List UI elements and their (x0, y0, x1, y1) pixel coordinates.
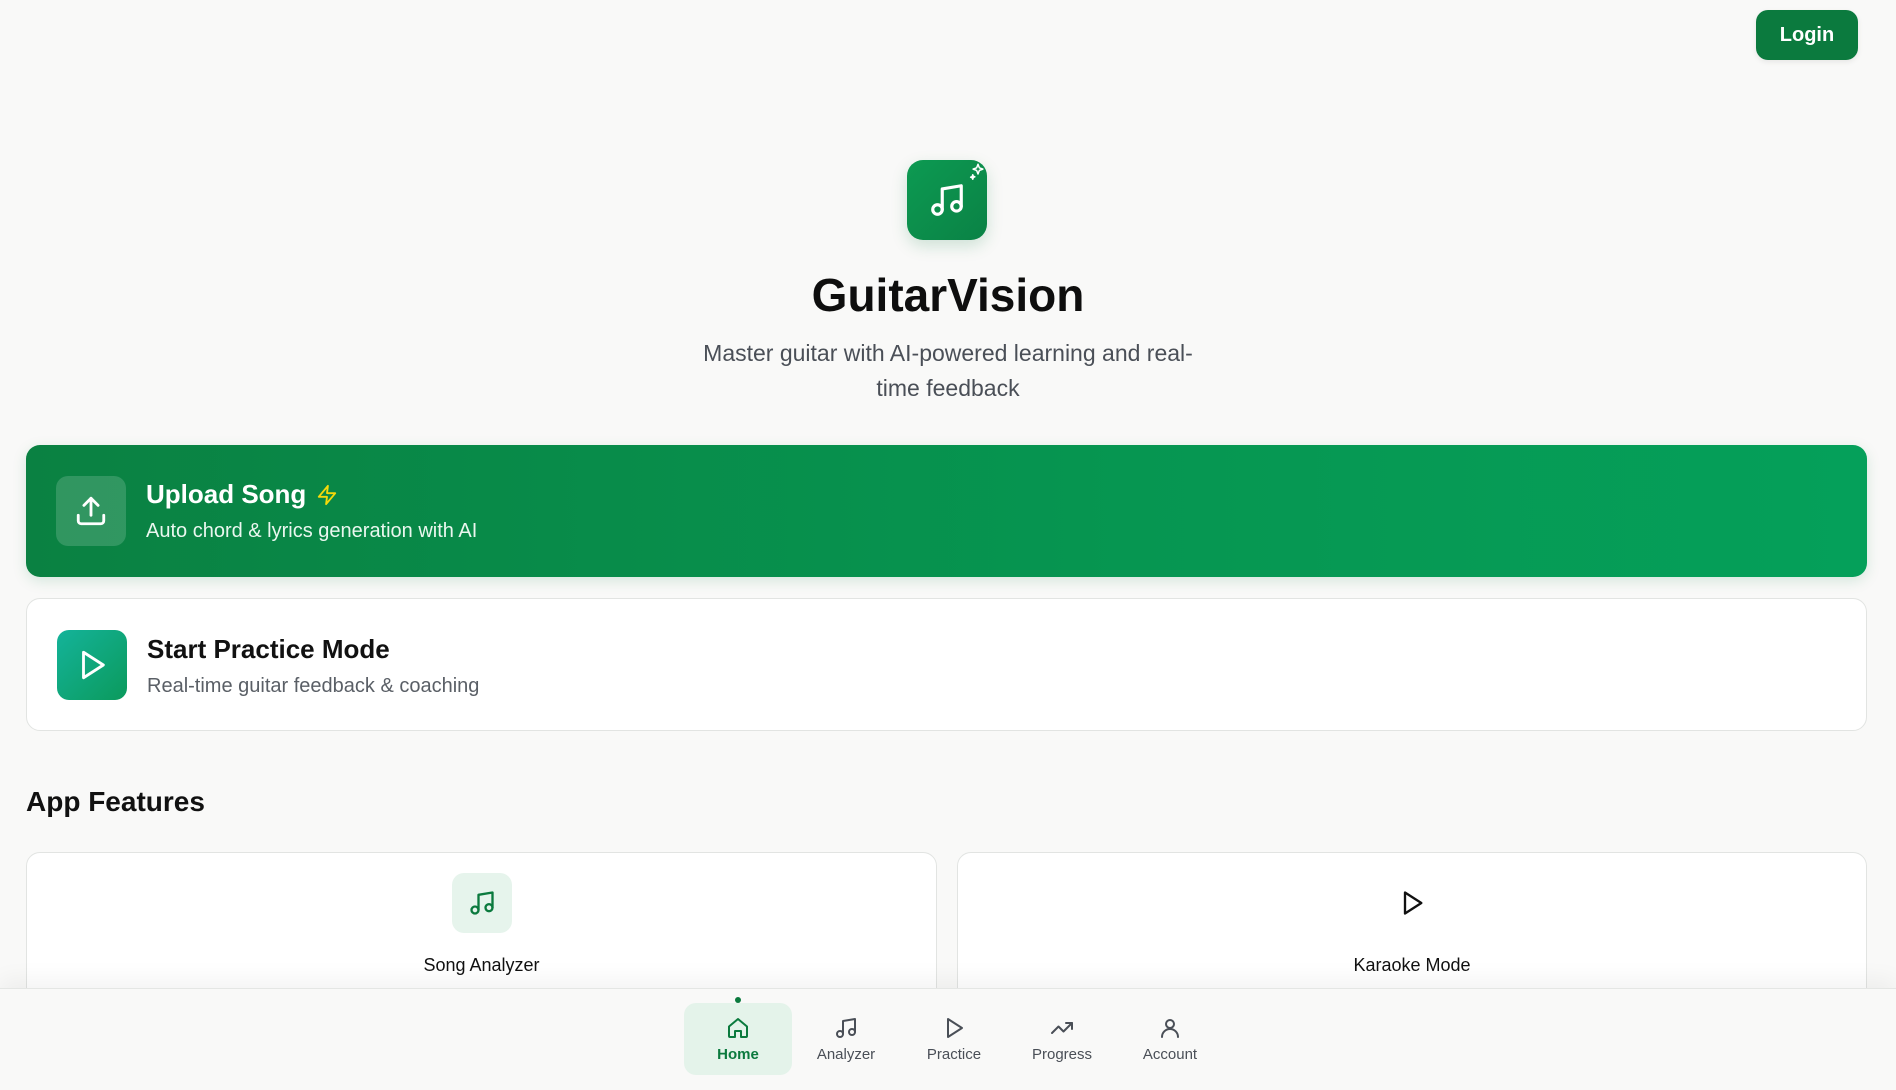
nav-label: Practice (926, 1045, 982, 1063)
nav-item-progress[interactable]: Progress (1008, 1003, 1116, 1075)
nav-label: Analyzer (816, 1045, 876, 1063)
play-icon (82, 650, 105, 680)
nav-item-home[interactable]: Home (684, 997, 792, 1075)
nav-label: Home (717, 1045, 759, 1063)
practice-mode-title: Start Practice Mode (147, 634, 390, 664)
lightning-icon (318, 484, 337, 505)
feature-card-song-analyzer[interactable]: Song Analyzer (26, 852, 937, 1002)
home-icon (728, 1017, 748, 1038)
upload-song-title: Upload Song (146, 479, 338, 510)
nav-item-analyzer[interactable]: Analyzer (792, 1003, 900, 1075)
nav-label: Account (1142, 1045, 1198, 1063)
upload-icon (76, 496, 106, 526)
feature-label: Karaoke Mode (1353, 955, 1471, 975)
upload-song-label: Upload Song (146, 479, 307, 509)
user-icon (1161, 1018, 1179, 1038)
active-indicator-dot (735, 997, 741, 1003)
upload-icon-container (56, 476, 126, 546)
practice-mode-card[interactable]: Start Practice Mode Real-time guitar fee… (26, 598, 1867, 731)
upload-song-card[interactable]: Upload Song Auto chord & lyrics generati… (26, 445, 1867, 577)
nav-label: Progress (1031, 1045, 1093, 1063)
app-logo (907, 160, 987, 240)
nav-item-account[interactable]: Account (1116, 1003, 1224, 1075)
bottom-navigation: Home Analyzer Practice Progress Account (0, 988, 1896, 1090)
nav-item-practice[interactable]: Practice (900, 1003, 1008, 1075)
login-button[interactable]: Login (1756, 10, 1858, 60)
feature-icon-container (451, 873, 512, 933)
feature-icon-container (1382, 873, 1442, 933)
practice-mode-description: Real-time guitar feedback & coaching (147, 675, 480, 697)
upload-song-description: Auto chord & lyrics generation with AI (146, 520, 478, 542)
music-note-icon (836, 1017, 856, 1038)
music-note-icon (931, 184, 963, 216)
app-subtitle: Master guitar with AI-powered learning a… (703, 340, 1193, 401)
music-note-icon (469, 891, 494, 915)
practice-icon-container (57, 630, 127, 700)
trending-up-icon (1051, 1021, 1073, 1034)
play-icon (1403, 891, 1423, 915)
feature-label: Song Analyzer (423, 955, 540, 975)
sparkle-icon (969, 163, 984, 180)
nav-items: Home Analyzer Practice Progress Account (684, 997, 1224, 1075)
play-icon (947, 1017, 963, 1038)
app-page: Login GuitarVision Master guitar with AI… (0, 0, 1896, 1090)
app-title: GuitarVision (811, 269, 1085, 321)
features-heading: App Features (26, 786, 205, 817)
feature-card-karaoke-mode[interactable]: Karaoke Mode (957, 852, 1867, 1002)
